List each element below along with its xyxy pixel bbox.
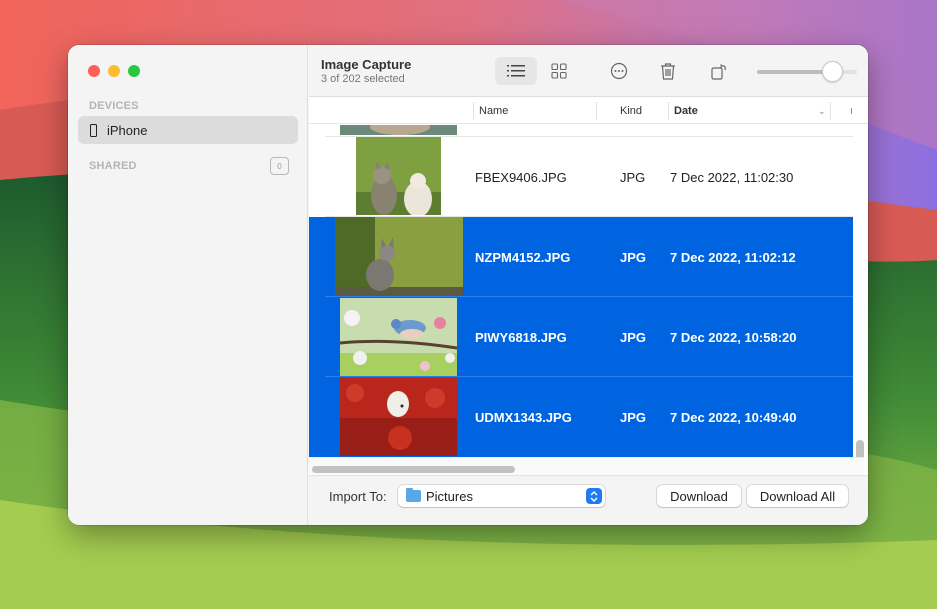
chevron-up-down-icon <box>586 488 602 504</box>
file-kind: JPG <box>620 169 646 185</box>
main-pane: Image Capture 3 of 202 selected Name Kin… <box>309 45 868 525</box>
photo-thumbnail-bird-blossom <box>340 298 457 376</box>
window-title: Image Capture <box>321 57 412 72</box>
horizontal-scroll-track <box>309 457 864 475</box>
photo-thumbnail-kittens <box>356 137 441 215</box>
import-destination-select[interactable]: Pictures <box>398 485 605 507</box>
column-separator <box>668 102 669 120</box>
list-icon <box>507 65 525 77</box>
selection-count: 3 of 202 selected <box>321 73 405 85</box>
list-view-button[interactable] <box>495 57 537 85</box>
file-name: PIWY6818.JPG <box>475 329 567 345</box>
table-row-selected[interactable]: NZPM4152.JPG JPG 7 Dec 2022, 11:02:12 <box>309 217 853 297</box>
file-kind: JPG <box>620 249 647 265</box>
file-name: NZPM4152.JPG <box>475 249 571 265</box>
footer-bar: Import To: Pictures Download Download Al… <box>309 475 868 525</box>
sort-chevron-down-icon[interactable]: ⌄ <box>818 98 826 124</box>
file-kind: JPG <box>620 409 647 425</box>
column-header-truncated[interactable]: ı <box>850 98 853 124</box>
download-all-button[interactable]: Download All <box>747 485 848 507</box>
column-header-name[interactable]: Name <box>479 98 508 124</box>
column-header-kind[interactable]: Kind <box>620 98 642 124</box>
column-separator <box>596 102 597 120</box>
photo-list: FBEX9406.JPG JPG 7 Dec 2022, 11:02:30 NZ… <box>309 125 853 457</box>
grid-view-button[interactable] <box>538 57 580 85</box>
import-to-label: Import To: <box>329 489 387 504</box>
shared-count-badge: 0 <box>270 157 289 175</box>
iphone-icon <box>90 123 97 137</box>
image-capture-window: DEVICES iPhone SHARED 0 Image Capture 3 … <box>68 45 868 525</box>
table-row[interactable]: FBEX9406.JPG JPG 7 Dec 2022, 11:02:30 <box>309 137 853 217</box>
more-actions-button[interactable] <box>598 57 640 85</box>
file-kind: JPG <box>620 329 647 345</box>
rotate-left-icon <box>711 64 726 80</box>
rotate-button[interactable] <box>698 57 740 85</box>
column-separator <box>830 102 831 120</box>
slider-fill <box>757 70 833 74</box>
thumbnail-size-slider[interactable] <box>757 61 857 82</box>
file-date: 7 Dec 2022, 10:49:40 <box>670 409 797 425</box>
photo-thumbnail-kitten-tree <box>335 217 463 296</box>
folder-icon <box>406 488 421 502</box>
photo-thumbnail-dog-flowers <box>340 378 457 456</box>
close-window-button[interactable] <box>88 65 100 77</box>
sidebar: DEVICES iPhone SHARED 0 <box>68 45 308 525</box>
file-name: UDMX1343.JPG <box>475 409 572 425</box>
column-header-date[interactable]: Date <box>674 98 698 124</box>
table-row-selected[interactable]: PIWY6818.JPG JPG 7 Dec 2022, 10:58:20 <box>309 297 853 377</box>
download-button[interactable]: Download <box>657 485 741 507</box>
table-header: Name Kind Date ⌄ ı <box>309 98 868 124</box>
import-destination-value: Pictures <box>426 488 473 504</box>
grid-icon <box>551 63 567 79</box>
file-date: 7 Dec 2022, 10:58:20 <box>670 329 797 345</box>
toolbar: Image Capture 3 of 202 selected <box>309 45 868 97</box>
sidebar-item-iphone[interactable]: iPhone <box>78 116 298 144</box>
devices-section-label: DEVICES <box>89 100 139 112</box>
shared-section-label: SHARED <box>89 160 137 172</box>
table-row-selected[interactable]: UDMX1343.JPG JPG 7 Dec 2022, 10:49:40 <box>309 377 853 457</box>
ellipsis-circle-icon <box>610 62 628 80</box>
file-date: 7 Dec 2022, 11:02:30 <box>670 169 794 185</box>
file-date: 7 Dec 2022, 11:02:12 <box>670 249 796 265</box>
delete-button[interactable] <box>647 57 689 85</box>
column-separator <box>473 102 474 120</box>
zoom-window-button[interactable] <box>128 65 140 77</box>
file-name: FBEX9406.JPG <box>475 169 567 185</box>
horizontal-scrollbar[interactable] <box>312 466 515 473</box>
slider-knob[interactable] <box>821 61 843 82</box>
trash-icon <box>661 63 675 80</box>
sidebar-item-label: iPhone <box>107 122 148 138</box>
photo-thumbnail <box>340 125 457 135</box>
minimize-window-button[interactable] <box>108 65 120 77</box>
